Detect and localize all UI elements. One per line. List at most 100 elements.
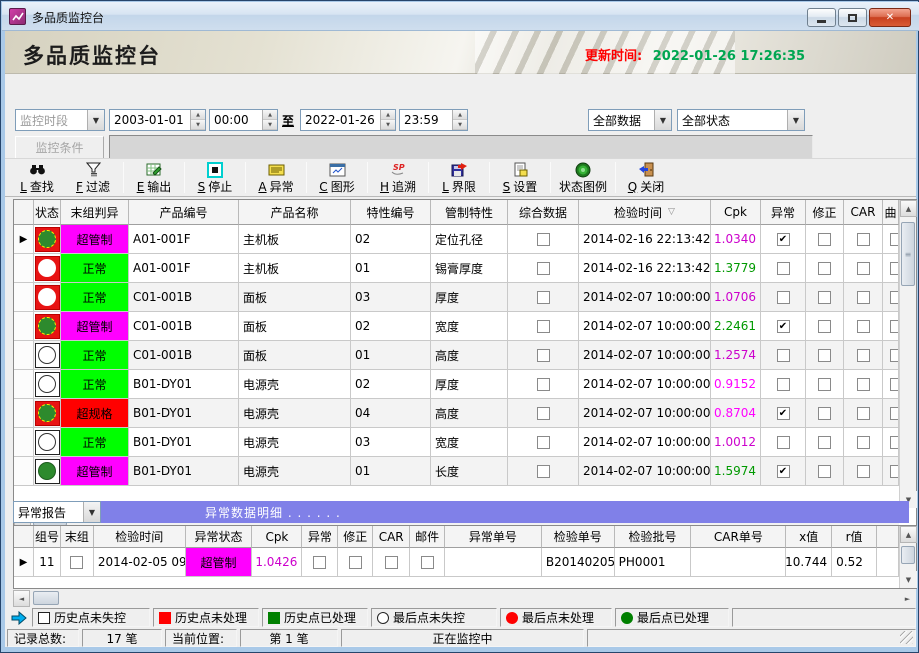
checkbox[interactable]: ✔ bbox=[777, 233, 790, 246]
toolbar-button-abnormal[interactable]: A异常 bbox=[248, 159, 304, 196]
end-date-input[interactable]: 2022-01-26 ▲▼ bbox=[300, 109, 396, 131]
scroll-right-icon[interactable]: ► bbox=[899, 590, 916, 607]
table-row[interactable]: 正常B01-DY01电源壳03宽度2014-02-07 10:00:001.00… bbox=[14, 428, 899, 457]
monitor-condition-button[interactable]: 监控条件 bbox=[15, 136, 104, 159]
checkbox[interactable] bbox=[890, 465, 899, 478]
scroll-up-icon[interactable]: ▲ bbox=[900, 526, 917, 543]
checkbox[interactable] bbox=[818, 233, 831, 246]
checkbox[interactable] bbox=[857, 407, 870, 420]
chevron-down-icon[interactable]: ▼ bbox=[654, 110, 671, 130]
column-header[interactable]: 曲 bbox=[883, 200, 899, 225]
toolbar-button-filter[interactable]: F过滤 bbox=[65, 159, 121, 196]
checkbox[interactable] bbox=[537, 262, 550, 275]
table-row[interactable]: ▶112014-02-05 09:0超管制1.0426B20140205005P… bbox=[14, 548, 899, 577]
table-row[interactable]: 正常B01-DY01电源壳02厚度2014-02-07 10:00:000.91… bbox=[14, 370, 899, 399]
legend-arrow-icon[interactable] bbox=[11, 611, 27, 625]
checkbox[interactable] bbox=[890, 291, 899, 304]
column-header[interactable]: 检验时间▽ bbox=[579, 200, 711, 225]
maximize-button[interactable] bbox=[838, 8, 867, 27]
period-select[interactable]: 监控时段 ▼ bbox=[15, 109, 105, 131]
checkbox[interactable] bbox=[537, 291, 550, 304]
table-row[interactable]: 超管制C01-001B面板02宽度2014-02-07 10:00:002.24… bbox=[14, 312, 899, 341]
column-header[interactable]: r值 bbox=[832, 526, 877, 548]
checkbox[interactable] bbox=[70, 556, 83, 569]
chevron-down-icon[interactable]: ▼ bbox=[83, 502, 100, 522]
start-time-spinner[interactable]: ▲▼ bbox=[262, 110, 277, 130]
table-row[interactable]: 正常A01-001F主机板01锡膏厚度2014-02-16 22:13:421.… bbox=[14, 254, 899, 283]
scroll-up-icon[interactable]: ▲ bbox=[900, 200, 917, 217]
start-time-input[interactable]: 00:00 ▲▼ bbox=[209, 109, 278, 131]
toolbar-button-settings[interactable]: S设置 bbox=[492, 159, 548, 196]
checkbox[interactable] bbox=[890, 407, 899, 420]
checkbox[interactable] bbox=[537, 407, 550, 420]
column-header[interactable]: 特性编号 bbox=[351, 200, 431, 225]
column-header[interactable]: 管制特性 bbox=[431, 200, 508, 225]
column-header[interactable]: 综合数据 bbox=[508, 200, 579, 225]
resize-grip-icon[interactable] bbox=[900, 631, 913, 644]
close-button[interactable]: ✕ bbox=[869, 8, 911, 27]
checkbox[interactable]: ✔ bbox=[777, 465, 790, 478]
column-header[interactable]: CAR bbox=[844, 200, 883, 225]
checkbox[interactable] bbox=[857, 233, 870, 246]
table-row[interactable]: 正常C01-001B面板03厚度2014-02-07 10:00:001.070… bbox=[14, 283, 899, 312]
column-header[interactable]: x值 bbox=[786, 526, 832, 548]
checkbox[interactable] bbox=[777, 291, 790, 304]
column-header[interactable]: 邮件 bbox=[410, 526, 445, 548]
title-bar[interactable]: 多品质监控台 ✕ bbox=[2, 2, 919, 31]
column-header[interactable]: 检验单号 bbox=[542, 526, 615, 548]
toolbar-button-limits[interactable]: L界限 bbox=[431, 159, 487, 196]
column-header[interactable]: 产品编号 bbox=[129, 200, 239, 225]
table-row[interactable]: 超规格B01-DY01电源壳04高度2014-02-07 10:00:000.8… bbox=[14, 399, 899, 428]
abnormal-report-select[interactable]: 异常报告 ▼ bbox=[13, 501, 101, 523]
column-header[interactable]: 异常 bbox=[761, 200, 806, 225]
chevron-down-icon[interactable]: ▼ bbox=[787, 110, 804, 130]
checkbox[interactable] bbox=[537, 349, 550, 362]
checkbox[interactable] bbox=[890, 320, 899, 333]
checkbox[interactable] bbox=[385, 556, 398, 569]
scrollbar-thumb[interactable] bbox=[901, 546, 915, 564]
column-header[interactable]: Cpk bbox=[252, 526, 302, 548]
checkbox[interactable] bbox=[777, 262, 790, 275]
end-date-spinner[interactable]: ▲▼ bbox=[380, 110, 395, 130]
column-header[interactable]: Cpk bbox=[711, 200, 761, 225]
checkbox[interactable] bbox=[890, 378, 899, 391]
checkbox[interactable] bbox=[818, 262, 831, 275]
column-header[interactable]: CAR单号 bbox=[691, 526, 786, 548]
table-row[interactable]: 正常C01-001B面板01高度2014-02-07 10:00:001.257… bbox=[14, 341, 899, 370]
table-row[interactable]: 超管制B01-DY01电源壳01长度2014-02-07 10:00:001.5… bbox=[14, 457, 899, 486]
checkbox[interactable] bbox=[818, 291, 831, 304]
checkbox[interactable] bbox=[537, 233, 550, 246]
column-header[interactable]: 产品名称 bbox=[239, 200, 351, 225]
checkbox[interactable] bbox=[857, 291, 870, 304]
checkbox[interactable] bbox=[537, 320, 550, 333]
checkbox[interactable] bbox=[537, 465, 550, 478]
checkbox[interactable] bbox=[857, 262, 870, 275]
checkbox[interactable] bbox=[857, 378, 870, 391]
scroll-left-icon[interactable]: ◄ bbox=[13, 590, 30, 607]
column-header[interactable]: 修正 bbox=[806, 200, 844, 225]
column-header[interactable]: 状态 bbox=[34, 200, 61, 225]
start-date-spinner[interactable]: ▲▼ bbox=[190, 110, 205, 130]
column-header[interactable]: 检验时间 bbox=[94, 526, 186, 548]
checkbox[interactable] bbox=[818, 349, 831, 362]
detail-horizontal-scrollbar[interactable]: ◄ ► bbox=[13, 590, 916, 607]
table-row[interactable]: ▶超管制A01-001F主机板02定位孔径2014-02-16 22:13:42… bbox=[14, 225, 899, 254]
column-header[interactable]: 末组判异 bbox=[61, 200, 129, 225]
toolbar-button-trace[interactable]: SPH追溯 bbox=[370, 159, 426, 196]
checkbox[interactable] bbox=[777, 349, 790, 362]
toolbar-button-export[interactable]: E输出 bbox=[126, 159, 182, 196]
checkbox[interactable] bbox=[857, 320, 870, 333]
scrollbar-thumb[interactable]: ≡ bbox=[901, 222, 915, 286]
checkbox[interactable] bbox=[890, 349, 899, 362]
column-header[interactable]: 异常 bbox=[302, 526, 338, 548]
chevron-down-icon[interactable]: ▼ bbox=[87, 110, 104, 130]
minimize-button[interactable] bbox=[807, 8, 836, 27]
checkbox[interactable] bbox=[421, 556, 434, 569]
checkbox[interactable] bbox=[857, 349, 870, 362]
column-header[interactable]: 修正 bbox=[338, 526, 373, 548]
toolbar-button-chart[interactable]: C图形 bbox=[309, 159, 365, 196]
scroll-down-icon[interactable]: ▼ bbox=[900, 571, 917, 588]
checkbox[interactable] bbox=[777, 378, 790, 391]
checkbox[interactable] bbox=[777, 436, 790, 449]
checkbox[interactable] bbox=[857, 436, 870, 449]
